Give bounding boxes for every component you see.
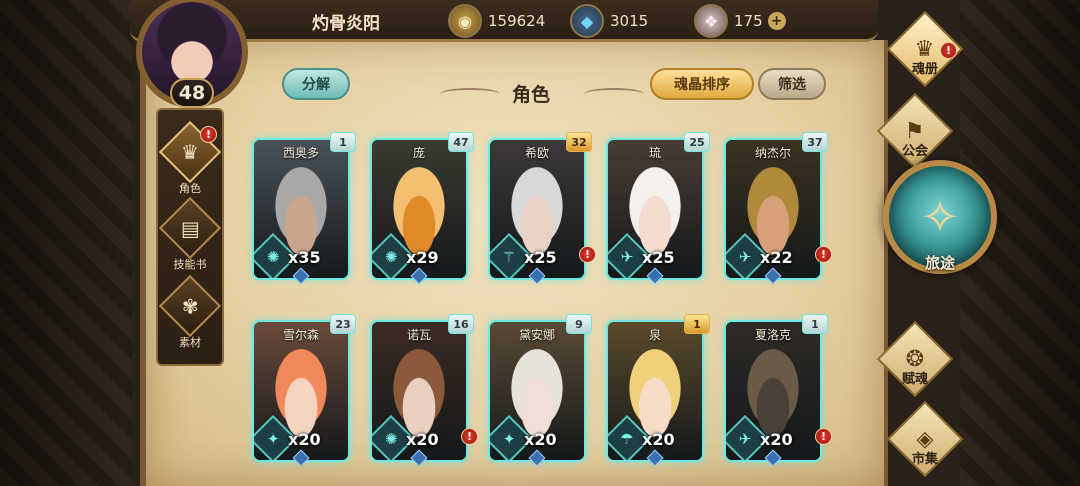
soul-infuse-label: 赋魂 — [901, 372, 928, 387]
star-level-badge: 23 — [330, 314, 356, 334]
add-gem-button[interactable]: + — [767, 12, 786, 30]
alert-badge: ! — [815, 428, 832, 445]
nav-item-material[interactable]: ✾ 素材 — [158, 274, 222, 352]
journey-label: 旅途 — [924, 254, 955, 272]
soul-crystal-count: x25 — [642, 248, 675, 267]
soul-infuse-button[interactable]: ❂ 赋魂 — [876, 320, 954, 398]
crystal-resource: ◆ 3015 — [570, 4, 648, 38]
character-card[interactable]: 夏洛克 ✈ x20 1! — [724, 314, 832, 467]
star-level-badge: 1 — [684, 314, 710, 334]
decompose-button[interactable]: 分解 — [282, 68, 350, 100]
soul-book-button[interactable]: ♛ 魂册 ! — [886, 10, 964, 88]
soul-crystal-count: x20 — [524, 430, 557, 449]
gold-resource: ◉ 159624 — [448, 4, 545, 38]
player-name: 灼骨炎阳 — [312, 14, 380, 34]
card-frame: 琉 ✈ x25 — [606, 138, 704, 280]
card-frame: 雪尔森 ✦ x20 — [252, 320, 350, 462]
soul-crystal-count: x22 — [760, 248, 793, 267]
character-card[interactable]: 诺瓦 ✺ x20 16! — [370, 314, 478, 467]
alert-badge: ! — [461, 428, 478, 445]
star-level-badge: 1 — [330, 132, 356, 152]
card-frame: 诺瓦 ✺ x20 — [370, 320, 468, 462]
card-frame: 纳杰尔 ✈ x22 — [724, 138, 822, 280]
character-card[interactable]: 纳杰尔 ✈ x22 37! — [724, 132, 832, 285]
soul-crystal-count: x20 — [288, 430, 321, 449]
star-level-badge: 32 — [566, 132, 592, 152]
gem-amount: 175 — [734, 12, 763, 30]
alert-badge: ! — [815, 246, 832, 263]
material-icon: ✾ — [158, 274, 222, 338]
guild-button[interactable]: ⚑ 公会 — [876, 92, 954, 170]
card-frame: 西奥多 ✺ x35 — [252, 138, 350, 280]
star-level-badge: 37 — [802, 132, 828, 152]
alert-badge: ! — [200, 126, 217, 143]
market-button[interactable]: ◈ 市集 — [886, 400, 964, 478]
soul-crystal-count: x29 — [406, 248, 439, 267]
card-frame: 黛安娜 ✦ x20 — [488, 320, 586, 462]
crystal-amount: 3015 — [610, 12, 649, 30]
character-card[interactable]: 琉 ✈ x25 25 — [606, 132, 710, 285]
star-level-badge: 9 — [566, 314, 592, 334]
soul-crystal-count: x35 — [288, 248, 321, 267]
gold-coin-icon: ◉ — [448, 4, 482, 38]
gem-resource: ❖ 175 + — [694, 4, 786, 38]
card-frame: 夏洛克 ✈ x20 — [724, 320, 822, 462]
star-level-badge: 25 — [684, 132, 710, 152]
card-frame: 泉 ☂ x20 — [606, 320, 704, 462]
nav-item-character[interactable]: ♛ 角色 ! — [158, 120, 222, 198]
title-ornament-right — [584, 88, 644, 100]
pink-gem-icon: ❖ — [694, 4, 728, 38]
alert-badge: ! — [940, 42, 957, 59]
player-level-badge: 48 — [170, 78, 214, 108]
character-card[interactable]: 希欧 ⚚ x25 32! — [488, 132, 596, 285]
alert-badge: ! — [579, 246, 596, 263]
journey-button[interactable]: ✧ 旅途 — [878, 160, 1002, 300]
left-border-decoration — [0, 0, 132, 486]
gold-amount: 159624 — [488, 12, 546, 30]
title-ornament-left — [440, 88, 500, 100]
nav-item-skill-book[interactable]: ▤ 技能书 — [158, 196, 222, 274]
card-frame: 庞 ✺ x29 — [370, 138, 468, 280]
blue-crystal-icon: ◆ — [570, 4, 604, 38]
soul-crystal-count: x20 — [406, 430, 439, 449]
character-card[interactable]: 西奥多 ✺ x35 1 — [252, 132, 356, 285]
guild-label: 公会 — [901, 144, 928, 159]
character-card[interactable]: 黛安娜 ✦ x20 9 — [488, 314, 592, 467]
soul-crystal-count: x20 — [642, 430, 675, 449]
sort-by-soul-crystal-button[interactable]: 魂晶排序 — [650, 68, 754, 100]
soul-crystal-count: x20 — [760, 430, 793, 449]
soul-book-label: 魂册 — [911, 62, 938, 77]
card-frame: 希欧 ⚚ x25 — [488, 138, 586, 280]
character-card[interactable]: 庞 ✺ x29 47 — [370, 132, 474, 285]
soul-crystal-count: x25 — [524, 248, 557, 267]
page-title: 角色 — [512, 84, 551, 106]
market-label: 市集 — [911, 452, 938, 467]
filter-button[interactable]: 筛选 — [758, 68, 826, 100]
character-card[interactable]: 雪尔森 ✦ x20 23 — [252, 314, 356, 467]
skill-book-icon: ▤ — [158, 196, 222, 260]
star-level-badge: 1 — [802, 314, 828, 334]
star-level-badge: 47 — [448, 132, 474, 152]
character-card[interactable]: 泉 ☂ x20 1 — [606, 314, 710, 467]
star-level-badge: 16 — [448, 314, 474, 334]
